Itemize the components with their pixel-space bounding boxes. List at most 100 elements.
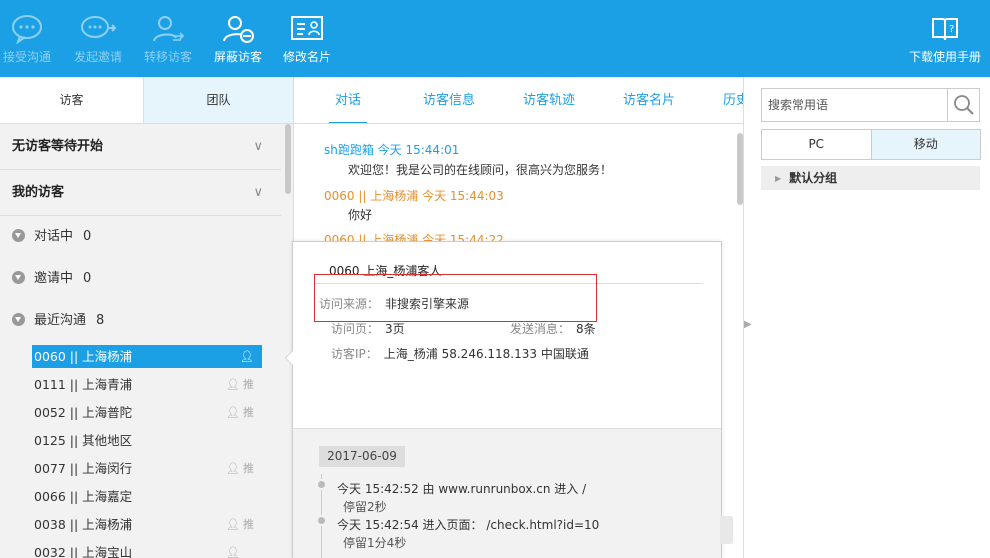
edit-card-button[interactable]: 修改名片 [282, 0, 332, 77]
visitor-item[interactable]: 0038 || 上海杨浦 👤︎ 推 [32, 513, 262, 536]
tab-pc[interactable]: PC [762, 130, 871, 159]
tab-visitor-trail[interactable]: 访客轨迹 [523, 77, 575, 123]
my-visitors-section[interactable]: 我的访客 ∨ [0, 170, 281, 216]
expand-arrow-icon: ▶ [775, 174, 782, 183]
visit-source-value: 非搜索引擎来源 [385, 297, 470, 311]
visitor-item[interactable]: 0060 || 上海杨浦 👤︎ [32, 345, 262, 368]
side-toggle-button[interactable] [720, 516, 733, 544]
visitor-ip-label: 访客IP： [331, 347, 378, 361]
tab-visitors[interactable]: 访客 [0, 77, 143, 124]
transfer-user-icon [153, 16, 185, 42]
waiting-section-label: 无访客等待开始 [12, 139, 104, 154]
search-input[interactable] [762, 89, 948, 121]
transfer-visitor-label: 转移访客 [143, 50, 192, 64]
platform-switch: PC 移动 [761, 129, 981, 160]
chevron-down-icon: ∨ [253, 139, 263, 154]
send-invite-button[interactable]: 发起邀请 [72, 0, 124, 77]
block-user-icon [223, 16, 254, 43]
visitor-name: 0066 || 上海嘉定 [34, 489, 133, 504]
download-manual-button[interactable]: ? 下载使用手册 [906, 0, 984, 77]
group-recent-label: 最近沟通 [34, 313, 87, 328]
group-chatting-count: 0 [83, 229, 92, 244]
visitor-item[interactable]: 0032 || 上海宝山 👤︎ [32, 541, 262, 558]
push-tag: 推 [243, 378, 254, 391]
send-invite-label: 发起邀请 [73, 50, 122, 64]
download-manual-label: 下载使用手册 [908, 50, 981, 64]
svg-text:?: ? [949, 24, 954, 35]
search-icon [954, 95, 974, 115]
visitor-tabs: 访客 团队 [0, 77, 293, 124]
visitor-ip-value: 上海_杨浦 58.246.118.133 中国联通 [383, 347, 589, 361]
visitor-item[interactable]: 0052 || 上海普陀 👤︎ 推 [32, 401, 262, 424]
visitor-item[interactable]: 0125 || 其他地区 [32, 429, 262, 452]
timeline-dot-icon [316, 515, 327, 526]
push-tag: 推 [243, 462, 254, 475]
message-body: 欢迎您！我是公司的在线顾问，很高兴为您服务！ [348, 163, 613, 177]
chat-bubble-icon [12, 15, 42, 44]
visit-source-row: 访问来源： 非搜索引擎来源 [319, 295, 469, 312]
user-icon: 👤︎ [226, 546, 240, 558]
invite-chat-icon [81, 16, 117, 38]
search-button[interactable] [947, 89, 979, 121]
group-inviting[interactable]: 邀请中 0 [0, 258, 281, 300]
trail-duration: 停留2秒 [343, 500, 387, 514]
visit-pages-value: 3页 [385, 322, 405, 336]
message-header: 0060 || 上海杨浦 今天 15:44:03 [324, 189, 504, 203]
waiting-section[interactable]: 无访客等待开始 ∨ [0, 124, 281, 170]
sent-messages-value: 8条 [576, 322, 596, 336]
visitor-name: 0077 || 上海闵行 [34, 461, 133, 476]
user-icon: 👤︎ [240, 350, 254, 363]
quick-replies-panel: ▶ PC 移动 ▶ 默认分组 [743, 77, 990, 558]
tab-chat[interactable]: 对话 [328, 77, 368, 123]
tab-visitor-info[interactable]: 访客信息 [423, 77, 475, 123]
chat-tabs: 对话 访客信息 访客轨迹 访客名片 历史 [294, 77, 743, 124]
tab-team[interactable]: 团队 [143, 77, 293, 124]
popup-pointer [285, 350, 293, 366]
tab-mobile[interactable]: 移动 [870, 130, 980, 159]
visitor-item[interactable]: 0066 || 上海嘉定 [32, 485, 262, 508]
visitor-info-popup: 0060 上海_杨浦客人 访问来源： 非搜索引擎来源 访问页： 3页 发送消息： 8条… [285, 241, 722, 558]
visit-pages-label: 访问页： [331, 322, 380, 336]
top-toolbar: 接受沟通 发起邀请 转移访客 屏蔽访客 修改名片 ? 下载使用手册 [0, 0, 990, 77]
my-visitors-label: 我的访客 [12, 185, 65, 200]
default-group[interactable]: ▶ 默认分组 [761, 166, 980, 190]
group-chatting[interactable]: 对话中 0 [0, 216, 281, 258]
accept-chat-label: 接受沟通 [2, 50, 51, 64]
push-tag: 推 [243, 518, 254, 531]
visitor-item[interactable]: 0077 || 上海闵行 👤︎ 推 [32, 457, 262, 480]
collapse-arrow-icon[interactable]: ▶ [744, 319, 752, 330]
tab-visitor-card[interactable]: 访客名片 [623, 77, 675, 123]
visitor-list-scrollbar[interactable] [285, 124, 291, 194]
group-chatting-label: 对话中 [34, 229, 74, 244]
accept-chat-button[interactable]: 接受沟通 [2, 0, 52, 77]
trail-entry: 今天 15:42:54 进入页面： /check.html?id=10 [337, 518, 600, 532]
collapse-toggle-icon [12, 271, 25, 284]
push-tag: 推 [243, 406, 254, 419]
visitor-name: 0052 || 上海普陀 [34, 405, 133, 420]
sent-messages-row: 发送消息： 8条 [510, 320, 596, 337]
group-recent[interactable]: 最近沟通 8 [0, 300, 281, 342]
tab-history[interactable]: 历史 [723, 77, 743, 123]
visitor-item[interactable]: 0111 || 上海青浦 👤︎ 推 [32, 373, 262, 396]
visit-source-label: 访问来源： [319, 297, 380, 311]
block-visitor-label: 屏蔽访客 [213, 50, 262, 64]
manual-book-icon: ? [932, 18, 958, 41]
user-icon: 👤︎ [226, 518, 240, 531]
trail-duration: 停留1分4秒 [343, 536, 407, 550]
sent-messages-label: 发送消息： [510, 322, 571, 336]
timeline-dot-icon [316, 479, 327, 490]
visit-trail-section: 2017-06-09 今天 15:42:52 由 www.runrunbox.c… [293, 428, 721, 558]
group-recent-count: 8 [96, 313, 105, 328]
user-icon: 👤︎ [226, 378, 240, 391]
visitor-name: 0038 || 上海杨浦 [34, 517, 133, 532]
block-visitor-button[interactable]: 屏蔽访客 [212, 0, 264, 77]
edit-card-label: 修改名片 [282, 50, 331, 64]
group-inviting-label: 邀请中 [34, 271, 74, 286]
message-body: 你好 [348, 208, 373, 222]
chevron-down-icon: ∨ [253, 185, 263, 200]
trail-entry: 今天 15:42:52 由 www.runrunbox.cn 进入 / [337, 482, 587, 496]
user-icon: 👤︎ [226, 462, 240, 475]
date-badge: 2017-06-09 [319, 446, 405, 467]
transfer-visitor-button[interactable]: 转移访客 [142, 0, 194, 77]
visitor-name: 0060 || 上海杨浦 [34, 349, 133, 364]
